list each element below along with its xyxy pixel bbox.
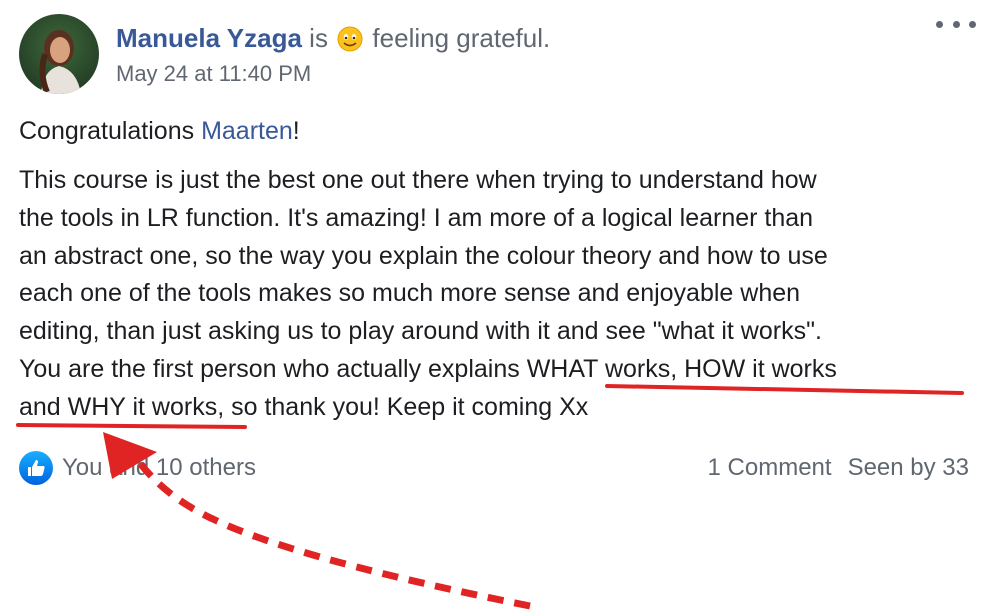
feeling-text[interactable]: feeling grateful. (372, 23, 550, 53)
body-line: an abstract one, so the way you explain … (19, 241, 828, 270)
greeting-end: ! (292, 117, 300, 145)
post-timestamp[interactable]: May 24 at 11:40 PM (116, 58, 311, 90)
body-line: and WHY it works, so thank you! Keep it … (19, 389, 969, 427)
grateful-emoji-icon (337, 25, 363, 61)
body-line: the tools in LR function. It's amazing! … (19, 203, 814, 232)
body-line: editing, than just asking us to play aro… (19, 317, 822, 346)
like-thumb-icon (19, 451, 53, 485)
mention-link[interactable]: Maarten (201, 117, 293, 145)
greeting-text: Congratulations (19, 117, 202, 145)
post-body: This course is just the best one out the… (19, 162, 969, 427)
post-stats: 1 Comment Seen by 33 (708, 448, 969, 488)
highlighted-phrase: WHAT works, HOW it works (526, 354, 837, 383)
body-line: each one of the tools makes so much more… (19, 279, 801, 308)
likes-text: You and 10 others (62, 454, 256, 481)
body-text-part: , so thank you! Keep it coming Xx (217, 392, 589, 421)
author-name[interactable]: Manuela Yzaga (116, 23, 302, 53)
seen-by-count[interactable]: Seen by 33 (848, 454, 969, 482)
body-line: This course is just the best one out the… (19, 166, 817, 194)
body-text-part: You are the first person who actually ex… (19, 354, 527, 383)
more-options-icon[interactable] (936, 12, 976, 36)
reactions-summary[interactable]: You and 10 others (19, 448, 256, 488)
author-avatar[interactable] (19, 14, 99, 94)
comment-count[interactable]: 1 Comment (708, 454, 832, 482)
post-greeting: Congratulations Maarten! (19, 112, 300, 150)
post-header: Manuela Yzaga is feeling grateful. (116, 20, 550, 61)
status-prefix: is (309, 23, 328, 53)
highlighted-phrase: and WHY it works (19, 392, 218, 421)
body-line: You are the first person who actually ex… (19, 351, 969, 389)
